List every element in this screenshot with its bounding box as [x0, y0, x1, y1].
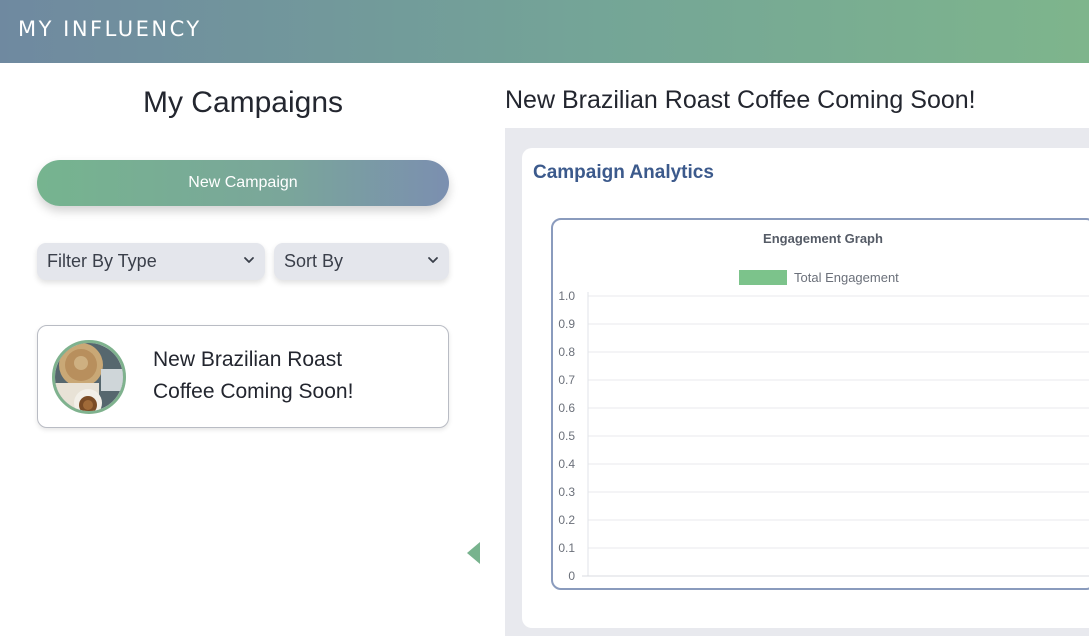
sort-select-value: Sort By — [284, 251, 344, 271]
y-tick-label: 0.5 — [558, 429, 575, 443]
engagement-graph: Engagement Graph Total Engagement 1.0 0.9 0.… — [558, 231, 1089, 583]
y-tick-label: 0 — [568, 569, 575, 583]
y-tick-label: 0.7 — [558, 373, 575, 387]
triangle-left-icon[interactable] — [467, 542, 481, 564]
brand-logo[interactable]: MY INFLUENCY — [18, 17, 202, 41]
y-tick-label: 0.8 — [558, 345, 575, 359]
filter-select-value: Filter By Type — [47, 251, 157, 271]
y-tick-label: 0.1 — [558, 541, 575, 555]
y-tick-label: 0.6 — [558, 401, 575, 415]
new-campaign-label: New Campaign — [188, 174, 298, 191]
top-navigation-bar: MY INFLUENCY — [0, 0, 1089, 63]
y-tick-label: 0.3 — [558, 485, 575, 499]
coffee-cup-image — [55, 343, 123, 411]
chart-title: Engagement Graph — [763, 231, 883, 246]
sort-by-select[interactable]: Sort By — [274, 243, 449, 280]
campaign-thumbnail — [52, 340, 126, 414]
page-title: My Campaigns — [142, 86, 344, 119]
filter-by-type-select[interactable]: Filter By Type — [37, 243, 265, 280]
chevron-down-icon — [244, 257, 254, 263]
y-tick-label: 0.2 — [558, 513, 575, 527]
y-tick-label: 0.4 — [558, 457, 575, 471]
new-campaign-button[interactable]: New Campaign — [37, 160, 449, 206]
campaign-list-item[interactable]: New Brazilian Roast Coffee Coming Soon! — [37, 325, 449, 428]
y-tick-label: 0.9 — [558, 317, 575, 331]
y-tick-label: 1.0 — [558, 289, 575, 303]
legend-label: Total Engagement — [794, 270, 899, 285]
analytics-heading: Campaign Analytics — [533, 162, 714, 183]
campaign-list-item-title: New Brazilian Roast Coffee Coming Soon! — [153, 348, 354, 403]
legend-swatch — [739, 270, 787, 285]
campaign-detail-title: New Brazilian Roast Coffee Coming Soon! — [505, 86, 976, 114]
chevron-down-icon — [428, 257, 438, 263]
